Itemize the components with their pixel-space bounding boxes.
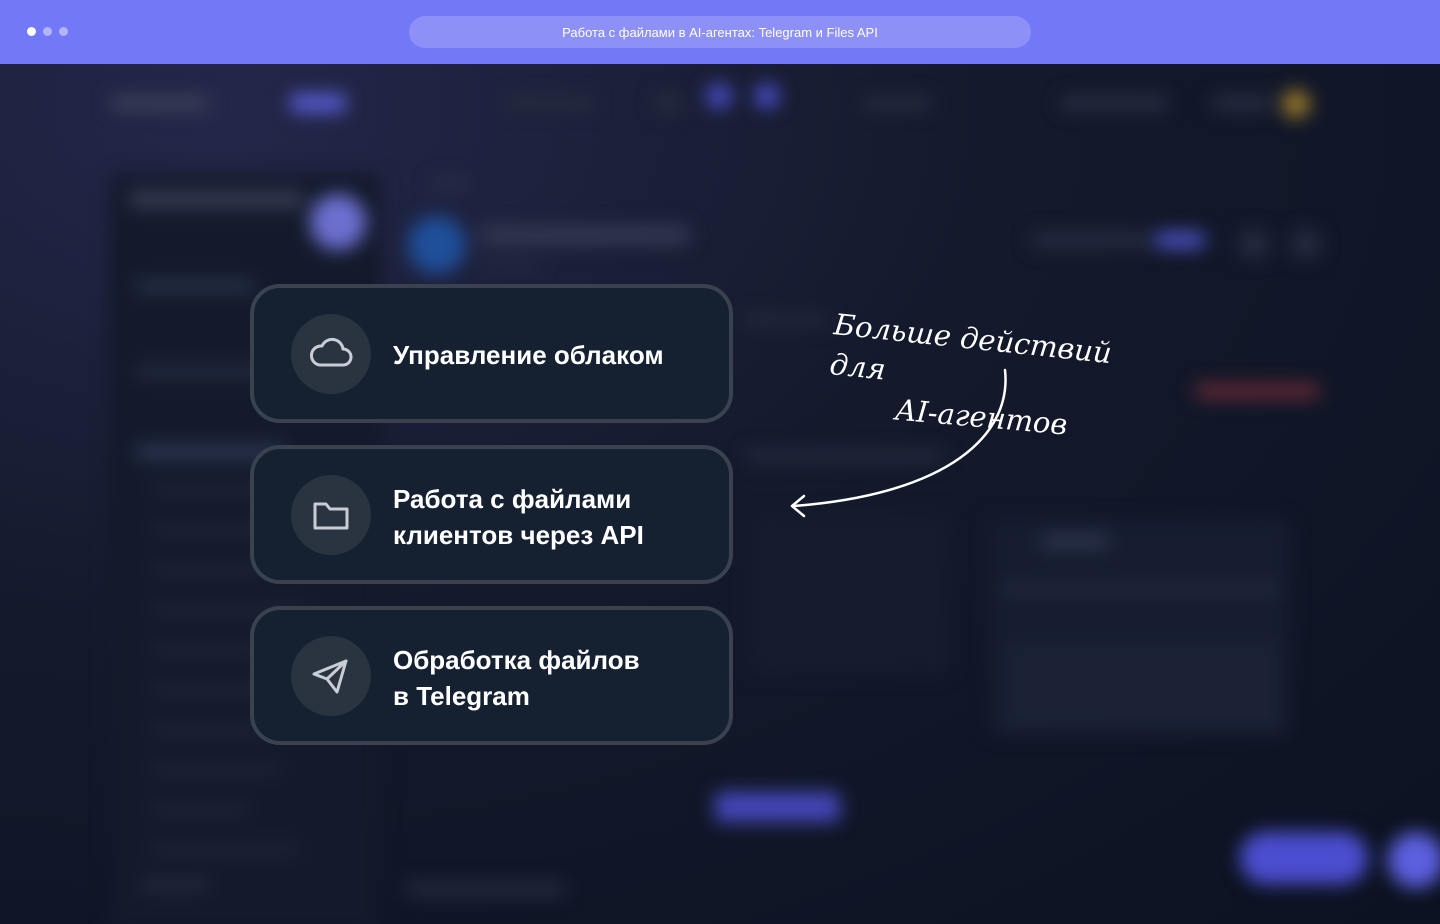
blurred-sidebar-row [150, 764, 280, 774]
blurred-nav-item [505, 96, 595, 110]
window-dot[interactable] [59, 27, 68, 36]
blurred-header-icon [1240, 230, 1268, 258]
blurred-avatar [755, 84, 779, 108]
blurred-header-badge [1155, 232, 1205, 248]
blurred-project-subtitle [480, 260, 540, 270]
curved-arrow-icon [790, 368, 1007, 518]
window-dot-active[interactable] [27, 27, 36, 36]
blurred-logo [110, 96, 210, 110]
blurred-chat-button [1240, 832, 1368, 884]
blurred-project-avatar [408, 216, 466, 274]
feature-card-label: Обработка файлов в Telegram [393, 645, 640, 711]
blurred-panel-box [1005, 644, 1280, 734]
window-controls [27, 27, 68, 36]
feature-card-telegram[interactable]: Обработка файлов в Telegram [250, 606, 733, 745]
blurred-project-title [480, 226, 690, 244]
feature-card-cloud[interactable]: Управление облаком [250, 284, 733, 423]
blurred-nav-item [862, 96, 932, 110]
blurred-user-avatar [1282, 90, 1310, 118]
blurred-sidebar-row [150, 644, 260, 654]
blurred-badge [290, 94, 346, 112]
blurred-fab [1388, 832, 1440, 888]
feature-card-label: Работа с файлами клиентов через API [393, 484, 644, 550]
folder-icon [291, 474, 371, 555]
feature-card-files-api[interactable]: Работа с файлами клиентов через API [250, 445, 733, 584]
blurred-footer-text [405, 882, 565, 896]
blurred-sidebar-row [135, 279, 255, 293]
blurred-sidebar-avatar [310, 194, 366, 250]
feature-card-label: Управление облаком [393, 340, 664, 370]
blurred-nav-item [1212, 96, 1272, 110]
blurred-avatar [707, 84, 731, 108]
blurred-header-icon [1292, 230, 1320, 258]
blurred-danger-button [1195, 384, 1320, 398]
blurred-sidebar-row [140, 879, 210, 891]
address-bar[interactable]: Работа с файлами в AI-агентах: Telegram … [409, 16, 1031, 48]
blurred-sidebar-title [128, 190, 304, 208]
blurred-panel-title [1040, 534, 1110, 548]
app-area: Управление облаком Работа с файлами клие… [0, 64, 1440, 924]
window-title: Работа с файлами в AI-агентах: Telegram … [562, 24, 878, 40]
blurred-breadcrumb [430, 179, 470, 189]
blurred-panel-row [1000, 584, 1280, 594]
blurred-nav-item [1060, 96, 1168, 110]
blurred-sidebar-row [150, 804, 250, 814]
blurred-table [750, 514, 950, 674]
window-title-bar: Работа с файлами в AI-агентах: Telegram … [0, 0, 1440, 64]
blurred-primary-button [715, 792, 840, 822]
window-dot[interactable] [43, 27, 52, 36]
blurred-nav-icon [655, 94, 681, 112]
cloud-icon [291, 313, 371, 394]
blurred-tab [740, 314, 830, 326]
send-icon [291, 635, 371, 716]
blurred-sidebar-row [150, 844, 300, 854]
blurred-header-item [1030, 232, 1150, 248]
